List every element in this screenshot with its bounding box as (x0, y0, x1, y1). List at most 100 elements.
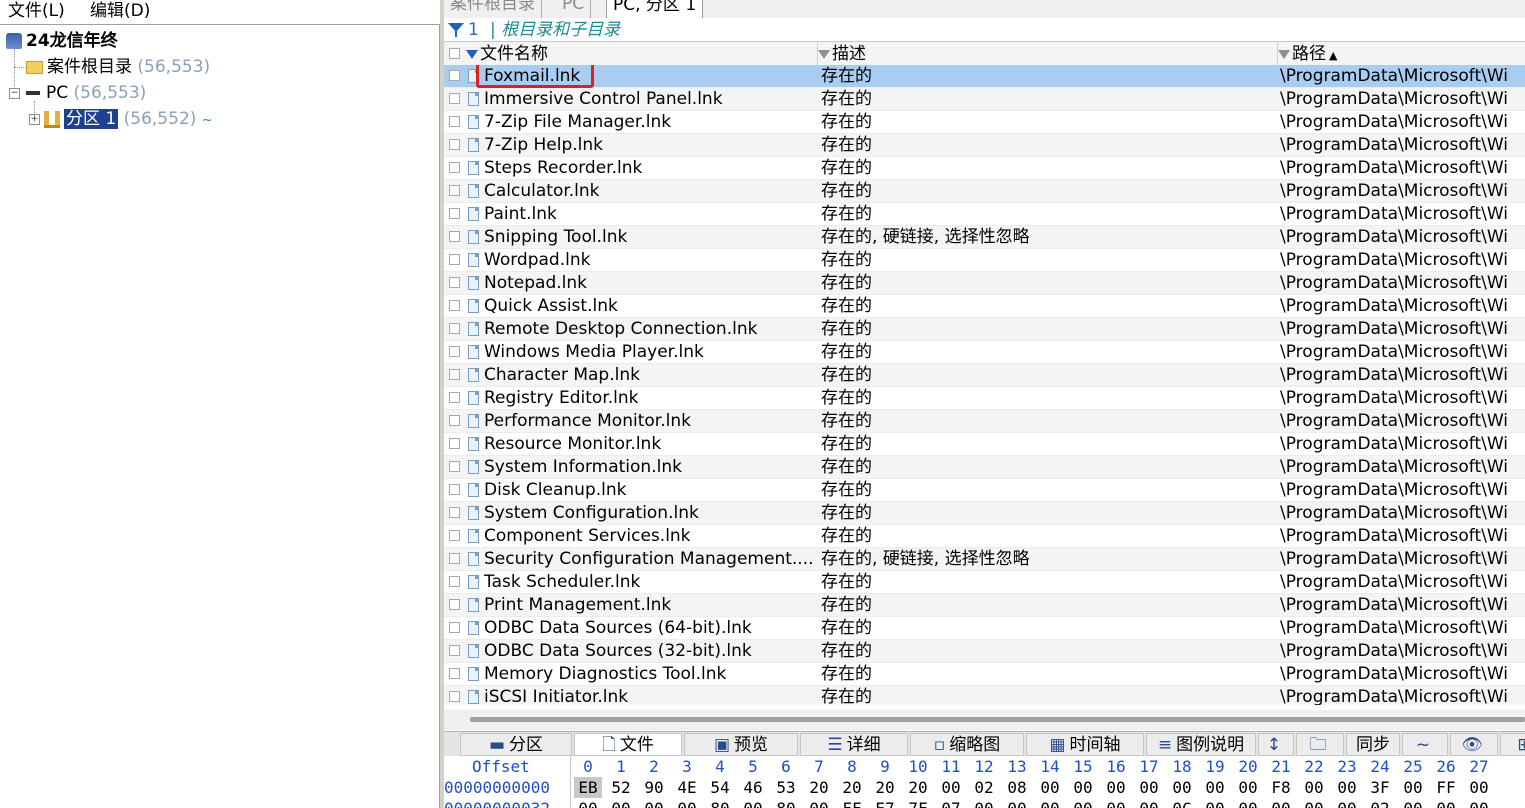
row-checkbox[interactable] (449, 369, 460, 380)
hex-byte[interactable]: 00 (1036, 777, 1064, 798)
table-row[interactable]: Component Services.lnk 存在的 \ProgramData\Mi… (444, 525, 1525, 548)
row-checkbox[interactable] (449, 553, 460, 564)
tab-file[interactable]: 🗋 文件 (574, 733, 682, 756)
expand-partition-icon[interactable]: + (29, 114, 40, 125)
row-checkbox[interactable] (449, 162, 460, 173)
hex-byte[interactable]: 00 (1267, 798, 1295, 808)
table-row[interactable]: Windows Media Player.lnk 存在的 \ProgramData\… (444, 341, 1525, 364)
row-checkbox[interactable] (449, 461, 460, 472)
table-row[interactable]: ODBC Data Sources (32-bit).lnk 存在的 \Progra… (444, 640, 1525, 663)
hex-byte[interactable]: 00 (1333, 798, 1361, 808)
table-row[interactable]: Performance Monitor.lnk 存在的 \ProgramData\M… (444, 410, 1525, 433)
hex-byte[interactable]: 00 (1465, 777, 1493, 798)
column-header-name[interactable]: 文件名称 (466, 42, 818, 66)
hex-byte[interactable]: 00 (574, 798, 602, 808)
hex-byte[interactable]: 3F (1366, 777, 1394, 798)
menu-file[interactable]: 文件(L) (8, 0, 65, 24)
table-row[interactable]: 7-Zip File Manager.lnk 存在的 \ProgramData\Mi… (444, 111, 1525, 134)
hex-byte[interactable]: 46 (739, 777, 767, 798)
hex-byte[interactable]: 00 (1069, 798, 1097, 808)
hex-byte[interactable]: 08 (1003, 777, 1031, 798)
table-row[interactable]: Registry Editor.lnk 存在的 \ProgramData\Micro… (444, 387, 1525, 410)
hex-byte[interactable]: 0C (1168, 798, 1196, 808)
table-row[interactable]: Foxmail.lnk 存在的 \ProgramData\Microsoft\Wi (444, 65, 1525, 88)
hex-byte[interactable]: 7F (904, 798, 932, 808)
hex-byte[interactable]: 00 (607, 798, 635, 808)
hex-byte[interactable]: 00 (937, 777, 965, 798)
hex-byte[interactable]: 00 (1168, 777, 1196, 798)
hex-byte[interactable]: 00 (1399, 798, 1427, 808)
toolbar-sort-icon[interactable]: ↕ (1258, 733, 1294, 756)
hex-byte[interactable]: 00 (1003, 798, 1031, 808)
tab-sync[interactable]: 同步 (1346, 733, 1400, 756)
row-checkbox[interactable] (449, 231, 460, 242)
row-checkbox[interactable] (449, 139, 460, 150)
tab-pc-partition[interactable]: PC, 分区 1 (606, 0, 704, 18)
hex-byte[interactable]: 20 (871, 777, 899, 798)
table-row[interactable]: iSCSI Initiator.lnk 存在的 \ProgramData\Micro… (444, 686, 1525, 705)
hex-byte[interactable]: 00 (1432, 798, 1460, 808)
tree-item-partition[interactable]: 分区 1 (56,552) ~ (44, 107, 213, 131)
hex-byte[interactable]: 00 (1069, 777, 1097, 798)
row-checkbox[interactable] (449, 346, 460, 357)
row-checkbox[interactable] (449, 438, 460, 449)
row-checkbox[interactable] (449, 93, 460, 104)
row-checkbox[interactable] (449, 507, 460, 518)
hex-byte[interactable]: 80 (706, 798, 734, 808)
row-checkbox[interactable] (449, 277, 460, 288)
hex-byte[interactable]: EB (574, 777, 602, 798)
row-checkbox[interactable] (449, 484, 460, 495)
scrollbar-thumb[interactable] (470, 717, 1525, 722)
tree-root[interactable]: 24龙信年终 (6, 29, 118, 53)
horizontal-scrollbar[interactable] (444, 710, 1525, 730)
row-checkbox[interactable] (449, 392, 460, 403)
row-checkbox[interactable] (449, 415, 460, 426)
hex-byte[interactable]: 00 (1399, 777, 1427, 798)
tab-thumbnail[interactable]: ▫ 缩略图 (910, 733, 1024, 756)
table-row[interactable]: Calculator.lnk 存在的 \ProgramData\Microsoft\… (444, 180, 1525, 203)
hex-byte[interactable]: 00 (1300, 777, 1328, 798)
tab-preview[interactable]: ▣ 预览 (684, 733, 798, 756)
table-row[interactable]: ODBC Data Sources (64-bit).lnk 存在的 \Progra… (444, 617, 1525, 640)
collapse-pc-icon[interactable]: − (9, 88, 20, 99)
hex-byte[interactable]: 00 (1135, 777, 1163, 798)
row-checkbox[interactable] (449, 691, 460, 702)
tab-legend[interactable]: ≡ 图例说明 (1146, 733, 1256, 756)
row-checkbox[interactable] (449, 668, 460, 679)
row-checkbox[interactable] (449, 530, 460, 541)
row-checkbox[interactable] (449, 576, 460, 587)
tree-item-case-root[interactable]: 案件根目录 (56,553) (26, 55, 210, 79)
table-row[interactable]: Task Scheduler.lnk 存在的 \ProgramData\Micros… (444, 571, 1525, 594)
row-checkbox[interactable] (449, 185, 460, 196)
toolbar-folder-sync-icon[interactable]: 🗀 (1296, 733, 1344, 756)
table-row[interactable]: Character Map.lnk 存在的 \ProgramData\Microso… (444, 364, 1525, 387)
table-row[interactable]: Immersive Control Panel.lnk 存在的 \ProgramDa… (444, 88, 1525, 111)
table-row[interactable]: Resource Monitor.lnk 存在的 \ProgramData\Micr… (444, 433, 1525, 456)
hex-byte[interactable]: 00 (1201, 798, 1229, 808)
row-checkbox[interactable] (449, 599, 460, 610)
hex-byte[interactable]: 02 (1366, 798, 1394, 808)
table-row[interactable]: Memory Diagnostics Tool.lnk 存在的 \ProgramDa… (444, 663, 1525, 686)
table-row[interactable]: Paint.lnk 存在的 \ProgramData\Microsoft\Wi (444, 203, 1525, 226)
hex-byte[interactable]: 53 (772, 777, 800, 798)
hex-byte[interactable]: E7 (871, 798, 899, 808)
row-checkbox[interactable] (449, 645, 460, 656)
hex-byte[interactable]: 80 (772, 798, 800, 808)
tab-case-root[interactable]: 案件根目录 (444, 0, 542, 18)
table-row[interactable]: Security Configuration Management.... 存在的… (444, 548, 1525, 571)
hex-byte[interactable]: 00 (1135, 798, 1163, 808)
hex-byte[interactable]: 20 (838, 777, 866, 798)
table-row[interactable]: Notepad.lnk 存在的 \ProgramData\Microsoft\Wi (444, 272, 1525, 295)
row-checkbox[interactable] (449, 70, 460, 81)
hex-byte[interactable]: 54 (706, 777, 734, 798)
toolbar-binoculars-icon[interactable]: 👁 (1450, 733, 1498, 756)
toolbar-misc-icon[interactable]: ⊞ (1500, 733, 1525, 756)
hex-byte[interactable]: 20 (904, 777, 932, 798)
row-checkbox[interactable] (449, 323, 460, 334)
hex-byte[interactable]: 00 (1333, 777, 1361, 798)
tree-item-pc[interactable]: PC (56,553) (26, 81, 146, 105)
hex-byte[interactable]: 90 (640, 777, 668, 798)
hex-byte[interactable]: 07 (937, 798, 965, 808)
hex-byte[interactable]: 00 (1234, 798, 1262, 808)
hex-byte[interactable]: 00 (1102, 798, 1130, 808)
